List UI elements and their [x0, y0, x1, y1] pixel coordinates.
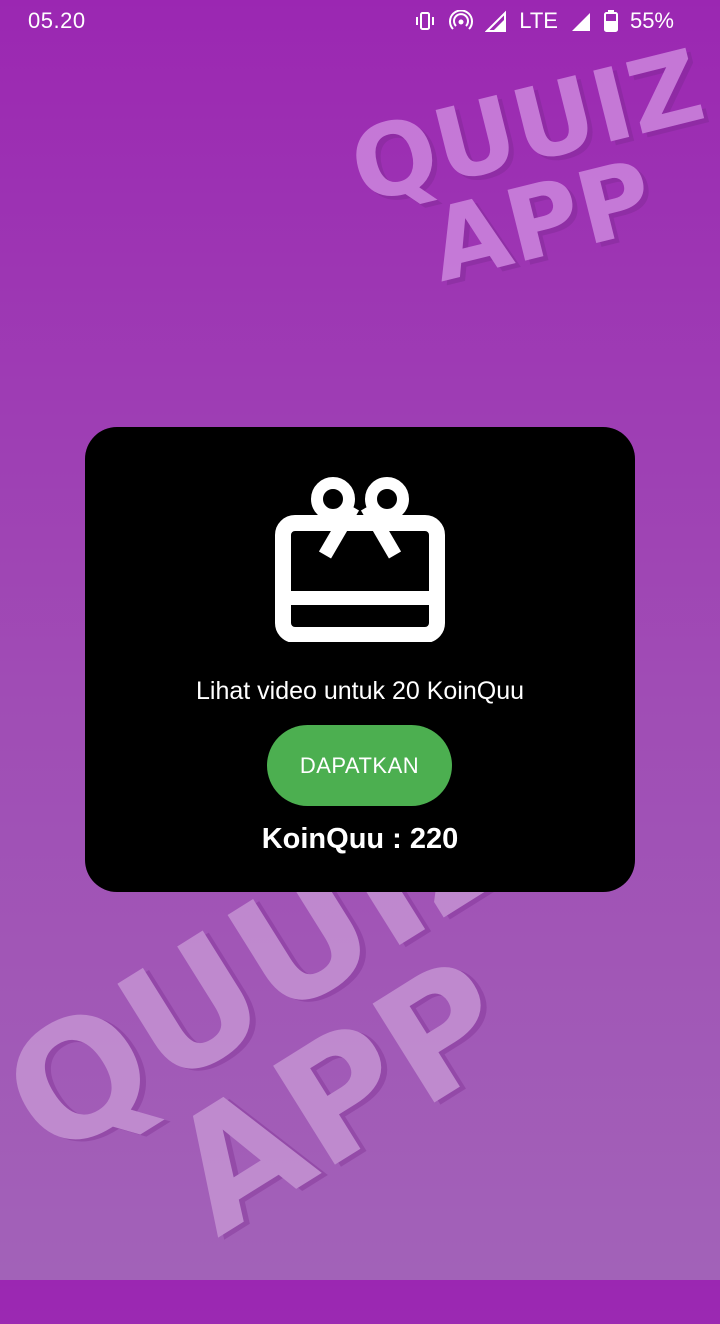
status-time: 05.20 — [28, 8, 86, 33]
gift-card-icon — [275, 477, 445, 643]
battery-icon — [603, 10, 618, 32]
network-type: LTE — [519, 8, 558, 33]
status-icons: LTE 55% — [413, 8, 674, 34]
battery-percent: 55% — [629, 8, 674, 33]
status-bar: 05.20 LTE 55% — [0, 0, 720, 42]
signal-icon — [485, 10, 507, 32]
coin-balance: KoinQuu : 220 — [261, 823, 459, 855]
reward-message: Lihat video untuk 20 KoinQuu — [195, 677, 524, 705]
app-logo-watermark-top: QUUIZ APP — [339, 27, 718, 309]
claim-button[interactable]: DAPATKAN — [267, 725, 452, 806]
vibrate-icon — [413, 11, 437, 31]
hotspot-icon — [449, 10, 474, 32]
reward-dialog: Lihat video untuk 20 KoinQuu DAPATKAN Ko… — [85, 427, 635, 892]
signal-icon — [570, 10, 592, 32]
